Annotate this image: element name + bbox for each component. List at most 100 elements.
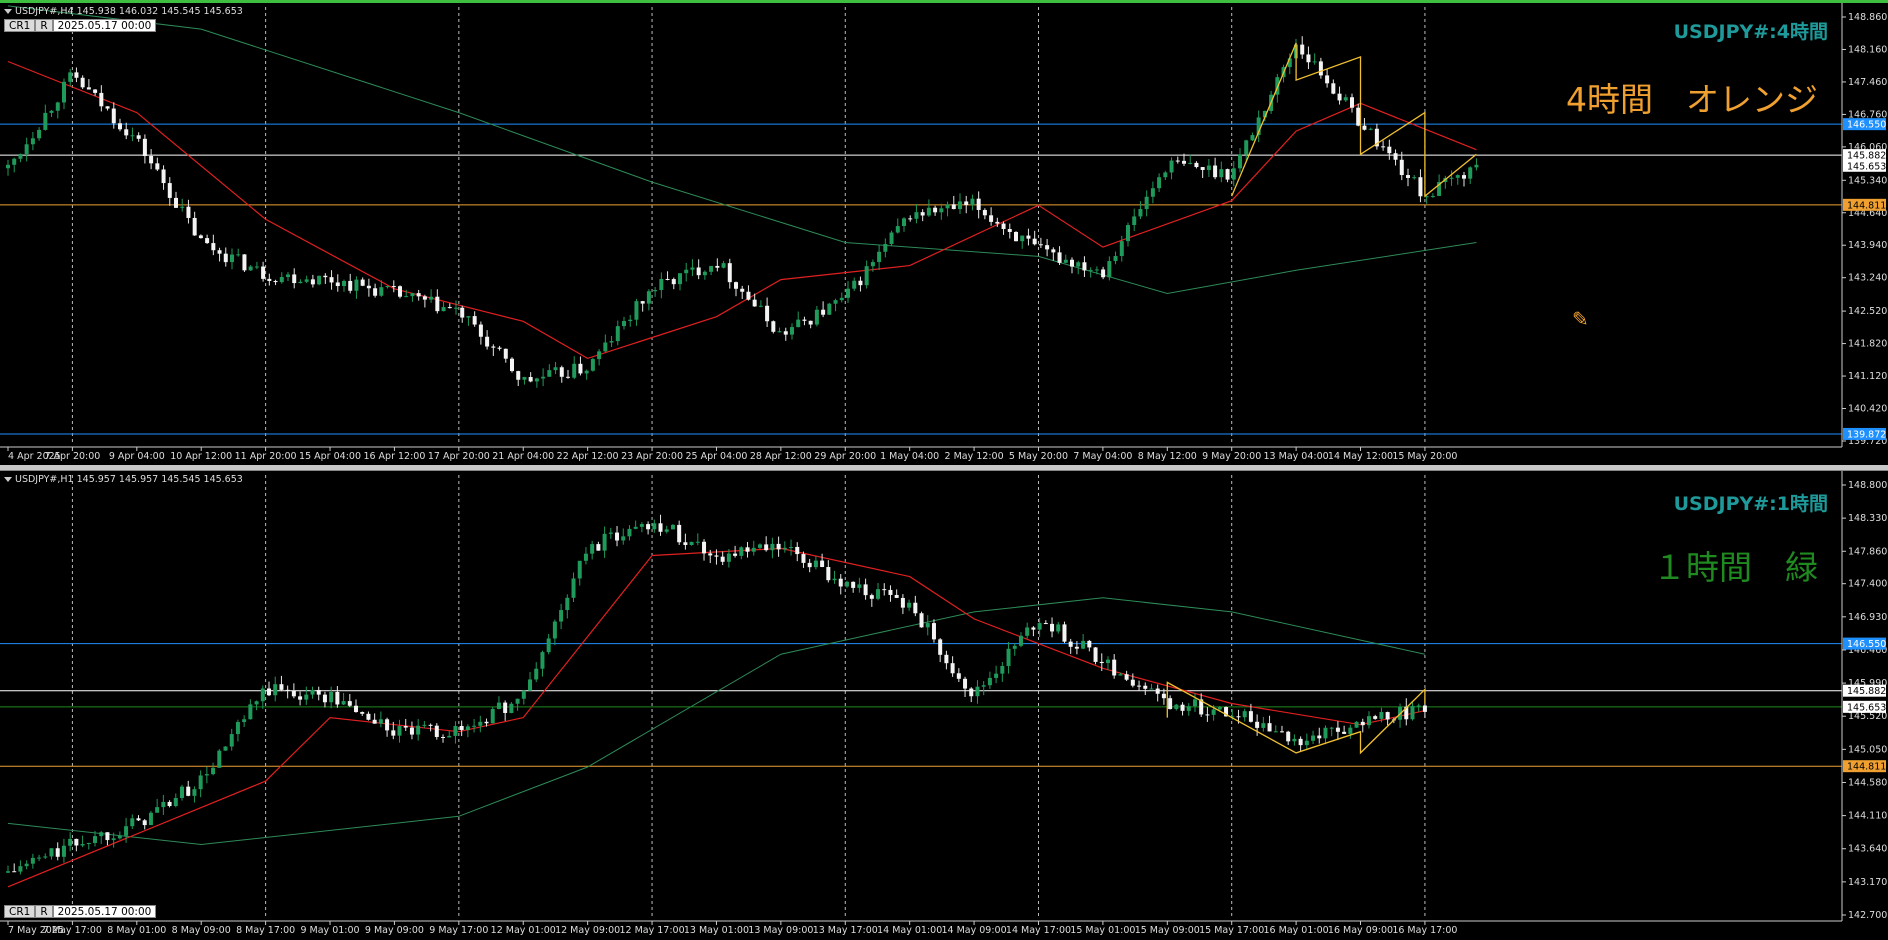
price-axis-label: 143.640 <box>1848 844 1887 855</box>
price-tag-label: 139.872 <box>1847 429 1886 440</box>
candle-body <box>1068 641 1073 647</box>
candle-body <box>559 610 564 622</box>
candle-body <box>1244 140 1249 155</box>
candle-body <box>695 541 700 543</box>
candle-body <box>1329 727 1334 729</box>
candle-body <box>99 92 104 107</box>
candle-body <box>435 296 440 312</box>
candle-body <box>547 370 552 377</box>
candle-body <box>348 280 353 291</box>
pencil-icon[interactable]: ✎ <box>1572 307 1589 331</box>
candle-body <box>926 207 931 216</box>
candle-body <box>254 701 259 705</box>
candle-body <box>739 547 744 556</box>
candle-body <box>1001 223 1006 229</box>
candle-body <box>608 532 613 534</box>
time-axis-label: 28 Apr 12:00 <box>750 451 812 462</box>
candle-body <box>198 235 203 239</box>
candle-body <box>870 262 875 267</box>
candle-body <box>1132 216 1137 226</box>
candle-body <box>149 156 154 164</box>
candle-body <box>901 218 906 227</box>
time-axis-label: 8 May 12:00 <box>1138 451 1197 462</box>
candle-body <box>634 301 639 320</box>
price-axis-label: 144.580 <box>1848 777 1887 788</box>
candle-body <box>994 673 999 678</box>
candle-body <box>1237 154 1242 169</box>
candle-body <box>889 232 894 244</box>
candle-body <box>1149 688 1154 690</box>
candle-body <box>1362 125 1367 130</box>
candle-body <box>795 546 800 555</box>
collapse-triangle-icon[interactable] <box>4 9 12 14</box>
candle-body <box>1422 705 1427 712</box>
candle-body <box>161 169 166 184</box>
candle-body <box>1150 188 1155 197</box>
candle-body <box>441 307 446 312</box>
h4-cr-label[interactable]: CR1 <box>4 19 36 32</box>
candle-body <box>852 280 857 289</box>
candle-body <box>1219 169 1224 178</box>
candle-body <box>1063 259 1068 263</box>
candle-body <box>6 164 10 169</box>
candle-body <box>888 589 893 595</box>
price-tag-label: 146.550 <box>1847 120 1886 131</box>
candle-body <box>1124 674 1129 680</box>
candle-body <box>223 746 228 751</box>
h4-r-label[interactable]: R <box>35 19 53 32</box>
candle-body <box>1342 731 1347 734</box>
candle-body <box>74 838 79 846</box>
h1-note-text: １時間 緑 <box>1653 548 1818 587</box>
candle-body <box>894 594 899 598</box>
h1-chart-svg[interactable]: 148.800148.330147.860147.400146.930146.4… <box>0 471 1888 940</box>
candle-body <box>1242 711 1247 718</box>
candle-body <box>652 523 657 530</box>
candle-body <box>1192 699 1197 707</box>
time-axis-label: 9 May 17:00 <box>429 925 488 936</box>
candle-body <box>261 266 266 279</box>
candle-body <box>61 81 66 103</box>
candle-body <box>403 726 408 728</box>
candle-body <box>1405 175 1410 178</box>
candle-body <box>814 309 819 325</box>
candle-body <box>1231 168 1236 180</box>
price-axis-label: 141.120 <box>1848 371 1887 382</box>
candle-body <box>976 198 981 210</box>
candle-body <box>1157 177 1162 189</box>
candle-body <box>391 286 396 288</box>
collapse-triangle-icon[interactable] <box>4 477 12 482</box>
candle-body <box>49 848 54 857</box>
price-tag-label: 145.653 <box>1847 161 1886 172</box>
candle-body <box>1031 627 1036 630</box>
h1-cr-label[interactable]: CR1 <box>4 905 36 918</box>
candle-body <box>1399 159 1404 176</box>
time-axis-label: 15 May 01:00 <box>1070 925 1135 936</box>
candle-body <box>1125 225 1130 242</box>
candle-body <box>472 316 477 325</box>
candle-body <box>1455 175 1460 178</box>
candle-body <box>404 296 409 298</box>
time-axis-label: 15 Apr 04:00 <box>299 451 361 462</box>
candle-body <box>956 673 961 679</box>
candle-body <box>142 138 147 157</box>
h4-chart-pane[interactable]: 148.860 148.160 147.460 146.760 146.060 145.3… <box>0 0 1888 465</box>
candle-body <box>310 689 315 695</box>
candle-body <box>155 163 160 170</box>
candle-body <box>914 212 919 219</box>
candle-body <box>546 638 551 653</box>
candle-body <box>397 286 402 297</box>
h1-r-label[interactable]: R <box>35 905 53 918</box>
candle-body <box>572 363 577 378</box>
time-axis-label: 21 Apr 04:00 <box>492 451 554 462</box>
candle-body <box>136 135 141 139</box>
candle-body <box>714 555 719 557</box>
candle-body <box>279 684 284 690</box>
candle-body <box>204 774 209 776</box>
h1-info-text: USDJPY#,H1 145.957 145.957 145.545 145.6… <box>15 474 243 485</box>
price-axis-label: 143.170 <box>1848 877 1887 888</box>
candle-body <box>180 206 185 208</box>
candle-body <box>757 544 762 548</box>
candle-body <box>335 282 340 287</box>
candle-body <box>1356 107 1361 126</box>
h1-chart-pane[interactable]: 148.800 148.330 147.860 147.400 146.930 146.4… <box>0 470 1888 940</box>
